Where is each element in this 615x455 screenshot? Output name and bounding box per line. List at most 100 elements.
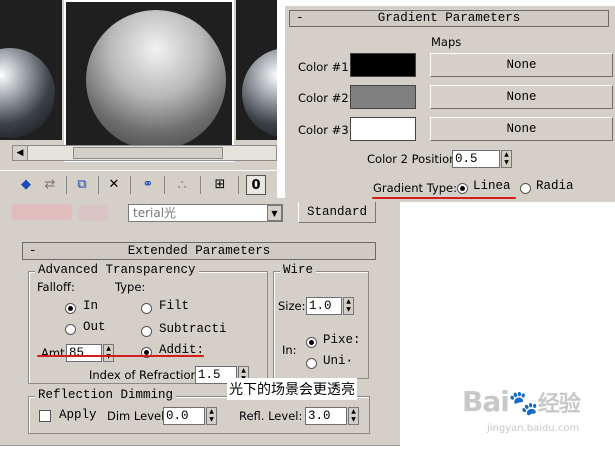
reflection-dimming-group: Reflection Dimming Apply Dim Level: 0.0 …: [28, 388, 370, 434]
wire-size-input[interactable]: 1.0: [306, 297, 342, 315]
color1-label: Color #1: [298, 60, 349, 74]
apply-checkbox[interactable]: [39, 410, 51, 422]
color1-map-button[interactable]: None: [430, 53, 613, 77]
material-name-bar: terial光 ▼ Standard: [0, 198, 400, 228]
reset-map-icon[interactable]: ✕: [104, 175, 124, 195]
type-filter-radio[interactable]: [141, 303, 152, 314]
annotation-caption: 光下的场景会更透亮: [227, 378, 357, 400]
wire-size-spinner[interactable]: 1.0 ▲ ▼: [306, 297, 356, 315]
refl-level-spinner[interactable]: 3.0 ▲ ▼: [305, 407, 361, 425]
show-map-in-viewport-icon[interactable]: 0: [246, 175, 266, 195]
collapse-icon: -: [29, 244, 37, 258]
material-slot-left[interactable]: [0, 0, 62, 140]
assign-material-icon[interactable]: ⧉: [72, 175, 92, 195]
slots-scrollbar[interactable]: ◀: [12, 145, 277, 161]
collapse-icon: -: [296, 11, 304, 25]
spinner-arrows-icon[interactable]: ▲▼: [206, 407, 217, 425]
toolbar-divider: [238, 176, 239, 194]
gradient-sphere-preview: [86, 10, 226, 150]
gradient-linear-label: Linea: [473, 179, 511, 193]
color2-map-button[interactable]: None: [430, 85, 613, 109]
get-material-icon[interactable]: ◆: [16, 175, 36, 195]
color3-swatch[interactable]: [350, 117, 416, 141]
spinner-arrows-icon[interactable]: ▲▼: [348, 407, 359, 425]
amt-spinner[interactable]: 85 ▲▼: [66, 344, 116, 362]
type-subtractive-label: Subtracti: [159, 322, 227, 336]
wire-units-radio[interactable]: [306, 358, 317, 369]
color3-map-button[interactable]: None: [430, 117, 613, 141]
toolbar-divider: [98, 176, 99, 194]
toolbar-divider: [164, 176, 165, 194]
material-type-button[interactable]: Standard: [298, 201, 376, 223]
gradient-parameters-title: Gradient Parameters: [377, 11, 521, 25]
annotation-underline-gradient: [372, 197, 516, 199]
toolbar-divider: [66, 176, 67, 194]
amt-input[interactable]: 85: [66, 344, 102, 362]
put-to-scene-icon[interactable]: ⇄: [40, 175, 60, 195]
wire-group: Wire Size: 1.0 ▲ ▼ In: Pixe: Uni·: [273, 263, 369, 379]
put-to-library-icon[interactable]: ⛬: [172, 175, 192, 195]
spinner-arrows-icon[interactable]: ▲▼: [103, 344, 114, 362]
watermark-url: jingyan.baidu.com: [487, 423, 580, 434]
blurred-picker-icon-2: [78, 205, 108, 221]
extended-parameters-rollout[interactable]: - Extended Parameters: [22, 242, 376, 260]
advanced-transparency-group: Advanced Transparency Falloff: Type: In …: [28, 263, 268, 384]
color2-label: Color #2: [298, 91, 349, 105]
refl-level-label: Refl. Level:: [239, 409, 303, 423]
material-slot-active[interactable]: [64, 0, 234, 162]
falloff-in-radio[interactable]: [65, 303, 76, 314]
reflection-dimming-title: Reflection Dimming: [35, 388, 177, 402]
maps-header: Maps: [431, 35, 462, 49]
material-name-input[interactable]: terial光: [128, 204, 283, 222]
spinner-arrows-icon[interactable]: ▲▼: [501, 150, 512, 168]
material-slot-right[interactable]: [236, 0, 277, 140]
dim-level-spinner[interactable]: 0.0 ▲ ▼: [163, 407, 219, 425]
amt-label: Amt:: [41, 346, 69, 360]
watermark-logo: Bai🐾经验: [462, 385, 581, 418]
type-label: Type:: [115, 280, 146, 294]
gradient-radial-label: Radia: [536, 179, 574, 193]
color1-swatch[interactable]: [350, 53, 416, 77]
scroll-left-arrow-icon[interactable]: ◀: [13, 146, 28, 160]
type-filter-label: Filt: [159, 299, 190, 313]
wire-pixels-radio[interactable]: [306, 337, 317, 348]
make-unique-icon[interactable]: ⚭: [138, 175, 158, 195]
scroll-thumb[interactable]: [73, 147, 223, 159]
dim-level-input[interactable]: 0.0: [163, 407, 205, 425]
paw-icon: 🐾: [508, 389, 539, 417]
color2-position-spinner[interactable]: 0.5 ▲ ▼: [452, 150, 514, 168]
chevron-down-icon[interactable]: ▼: [267, 205, 282, 221]
falloff-out-label: Out: [83, 320, 106, 334]
falloff-out-radio[interactable]: [65, 324, 76, 335]
material-name-value: terial光: [133, 206, 177, 220]
dim-level-label: Dim Level:: [107, 409, 169, 423]
chrome-sphere-preview-right: [242, 48, 277, 138]
color2-position-input[interactable]: 0.5: [452, 150, 500, 168]
gradient-linear-radio[interactable]: [457, 183, 468, 194]
gradient-parameters-rollout[interactable]: - Gradient Parameters: [289, 10, 609, 27]
toolbar-divider: [130, 176, 131, 194]
type-subtractive-radio[interactable]: [141, 326, 152, 337]
color2-swatch[interactable]: [350, 85, 416, 109]
extended-parameters-panel: - Extended Parameters Advanced Transpare…: [0, 228, 400, 446]
extended-parameters-title: Extended Parameters: [127, 244, 271, 258]
toolbar-divider: [200, 176, 201, 194]
spinner-arrows-icon[interactable]: ▲▼: [343, 297, 354, 315]
annotation-underline: [37, 355, 204, 357]
material-editor-toolbar: ◆ ⇄ ⧉ ✕ ⚭ ⛬ ⊞ 0: [0, 170, 277, 198]
ior-label: Index of Refraction:: [89, 368, 202, 382]
watermark-brand-tail: 经验: [537, 392, 581, 417]
falloff-in-label: In: [83, 299, 99, 313]
watermark-brand: Bai: [462, 385, 510, 418]
apply-label: Apply: [59, 408, 97, 422]
material-effects-channel-icon[interactable]: ⊞: [210, 175, 230, 195]
wire-in-label: In:: [282, 343, 297, 357]
gradient-type-label: Gradient Type:: [373, 181, 457, 195]
gradient-parameters-panel: - Gradient Parameters Maps Color #1 None…: [285, 6, 615, 202]
chrome-sphere-preview: [0, 48, 55, 138]
blurred-picker-icon: [12, 204, 72, 220]
advanced-transparency-title: Advanced Transparency: [35, 263, 199, 277]
gradient-radial-radio[interactable]: [520, 183, 531, 194]
refl-level-input[interactable]: 3.0: [305, 407, 347, 425]
wire-pixels-label: Pixe:: [323, 333, 361, 347]
